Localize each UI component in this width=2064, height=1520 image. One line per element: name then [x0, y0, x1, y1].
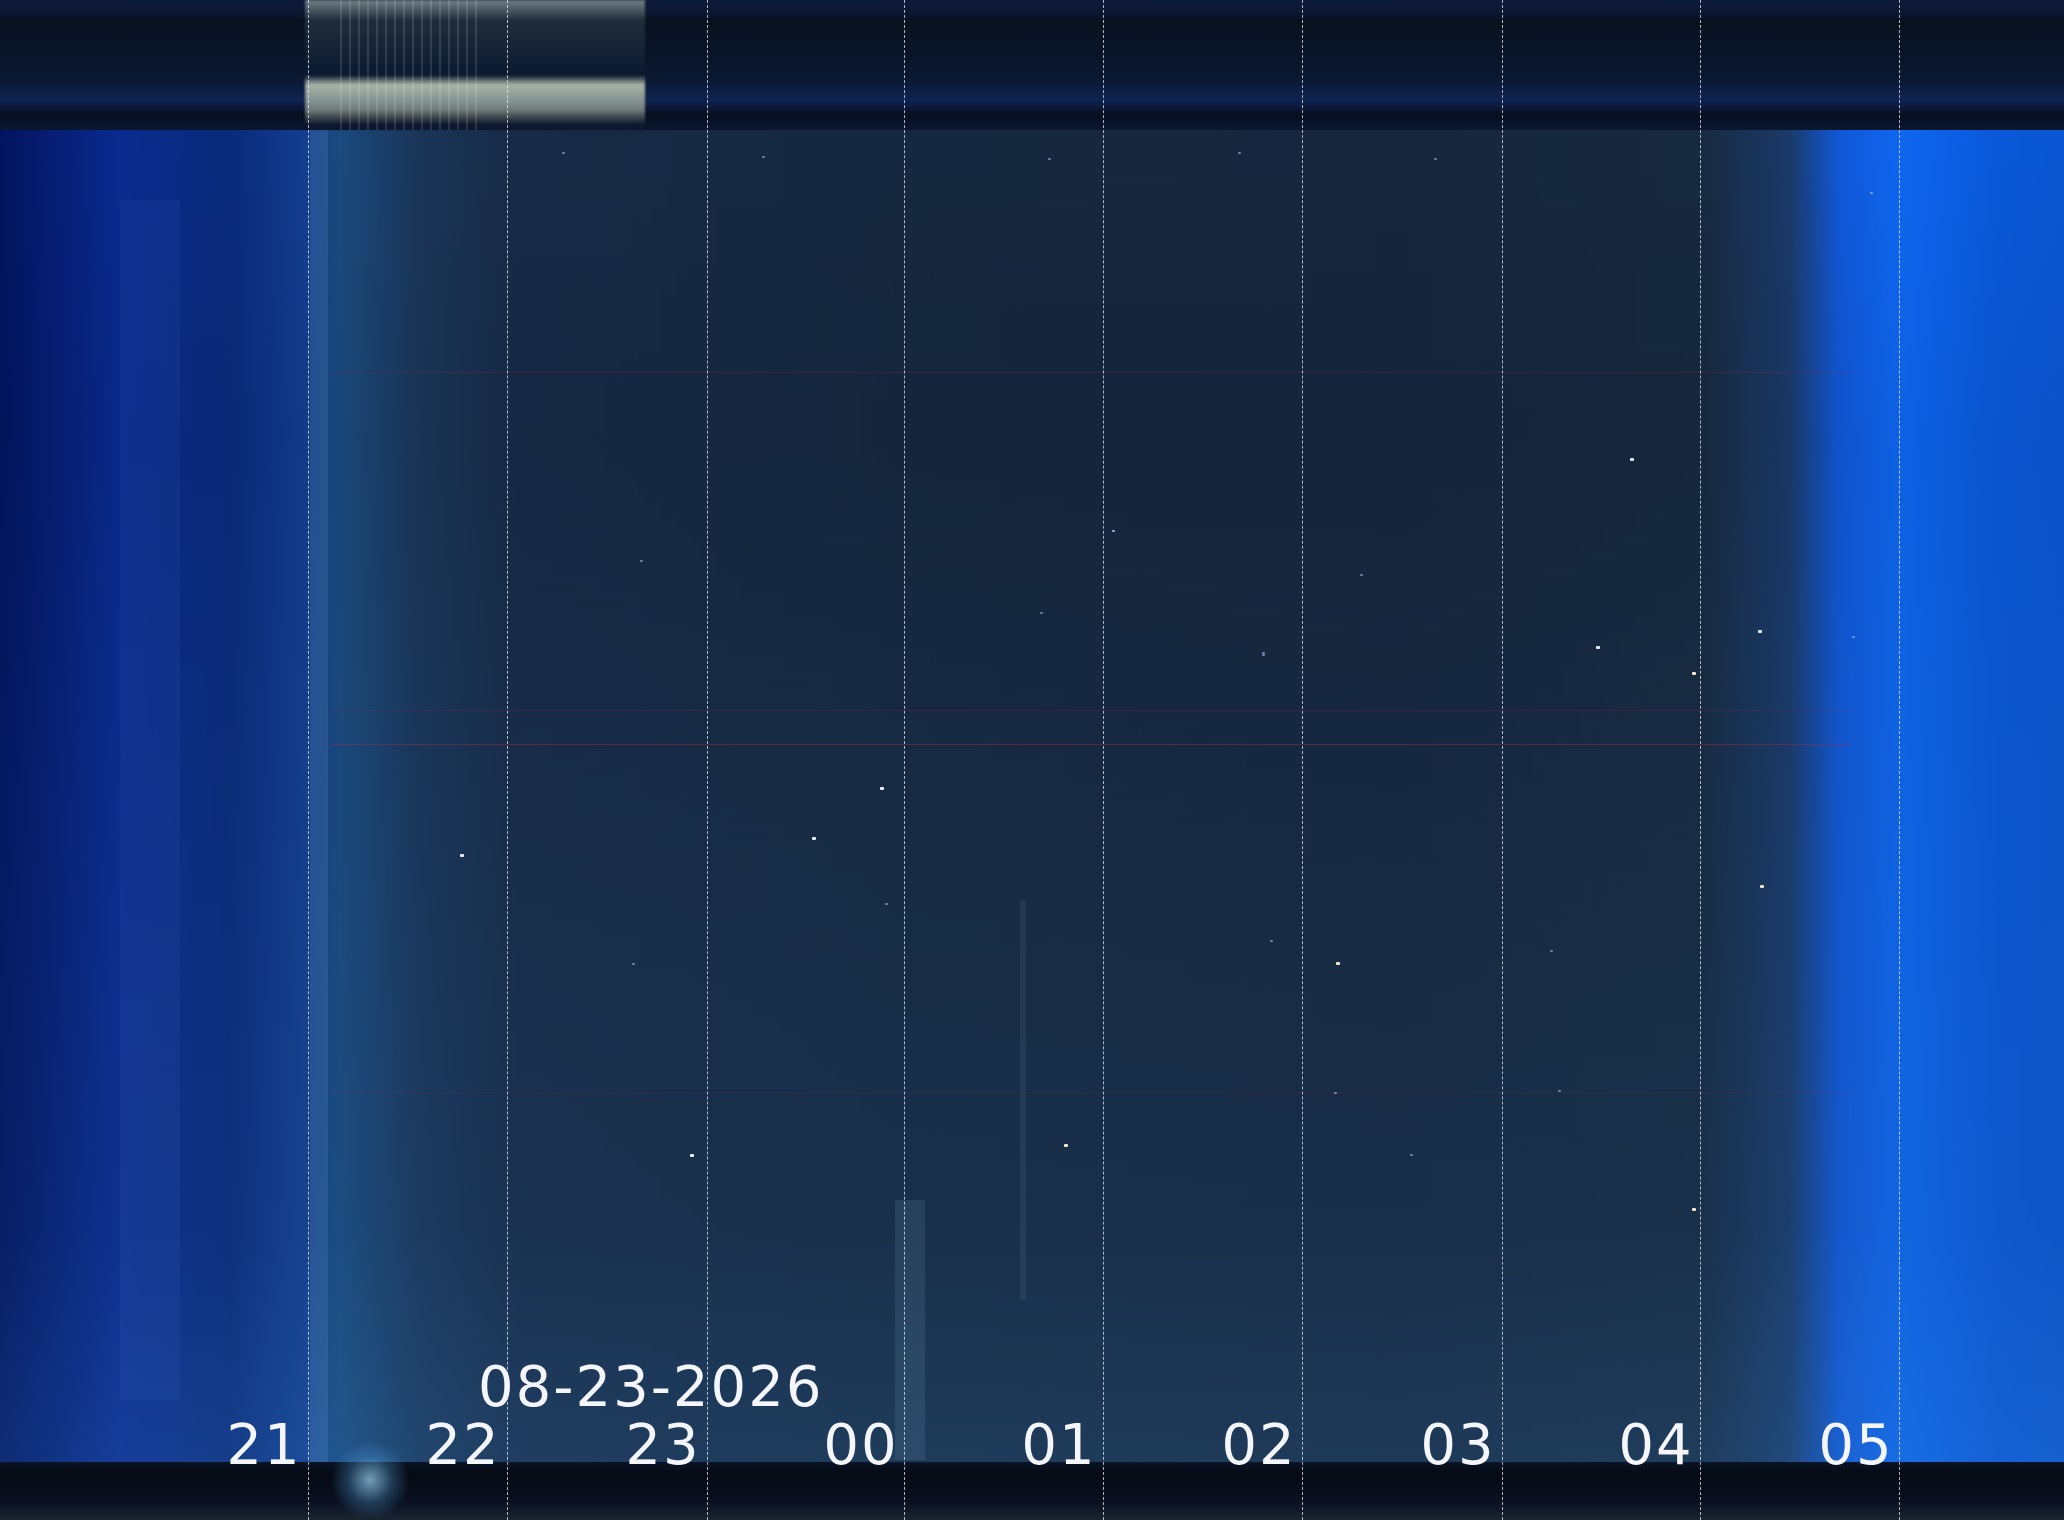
red-artifact-line — [330, 1092, 1850, 1093]
star — [1064, 1144, 1068, 1147]
keogram-image: 08-23-2026 21 22 23 00 01 02 03 04 05 — [0, 0, 2064, 1520]
star — [762, 156, 765, 158]
star — [812, 837, 816, 840]
date-label: 08-23-2026 — [478, 1355, 824, 1420]
star — [460, 854, 464, 857]
hour-label: 23 — [625, 1413, 701, 1478]
star — [880, 787, 884, 790]
hour-label: 03 — [1420, 1413, 1496, 1478]
star — [1334, 1092, 1337, 1094]
red-artifact-line — [330, 372, 1850, 373]
night-sky — [0, 130, 2064, 1465]
hour-label: 00 — [823, 1413, 899, 1478]
hour-gridline — [1899, 0, 1900, 1520]
hour-gridline — [308, 0, 309, 1520]
star — [1270, 940, 1273, 942]
star — [1262, 652, 1265, 654]
star — [1558, 1090, 1561, 1092]
star — [1336, 962, 1340, 965]
star — [1048, 158, 1051, 160]
hour-label: 22 — [425, 1413, 501, 1478]
red-artifact-line — [330, 710, 1850, 711]
star — [640, 560, 643, 562]
star — [1852, 636, 1855, 638]
star — [1262, 654, 1265, 656]
hour-label: 05 — [1818, 1413, 1894, 1478]
star — [562, 152, 565, 154]
top-bright-streaks — [340, 0, 480, 130]
hour-label: 04 — [1618, 1413, 1694, 1478]
hour-gridline — [904, 0, 905, 1520]
hour-label: 21 — [226, 1413, 302, 1478]
star — [1630, 458, 1634, 461]
star — [690, 1154, 694, 1157]
star — [1870, 192, 1873, 194]
bottom-glow — [330, 1440, 410, 1520]
star — [1596, 646, 1600, 649]
hour-gridline — [1502, 0, 1503, 1520]
star — [1112, 530, 1115, 532]
star — [1760, 885, 1764, 888]
star — [1550, 950, 1553, 952]
star — [632, 963, 635, 965]
star — [1692, 672, 1696, 675]
hour-gridline — [707, 0, 708, 1520]
star — [1238, 152, 1241, 154]
hour-label: 02 — [1221, 1413, 1297, 1478]
hour-label: 01 — [1021, 1413, 1097, 1478]
red-artifact-line — [330, 744, 1850, 745]
star — [1434, 158, 1437, 160]
hour-gridline — [1302, 0, 1303, 1520]
star — [885, 903, 888, 905]
star — [1758, 630, 1762, 633]
hour-gridline — [1700, 0, 1701, 1520]
hour-gridline — [507, 0, 508, 1520]
hour-gridline — [1103, 0, 1104, 1520]
star — [1360, 574, 1363, 576]
star — [1692, 1208, 1696, 1211]
star — [1410, 1154, 1413, 1156]
star — [1040, 612, 1043, 614]
